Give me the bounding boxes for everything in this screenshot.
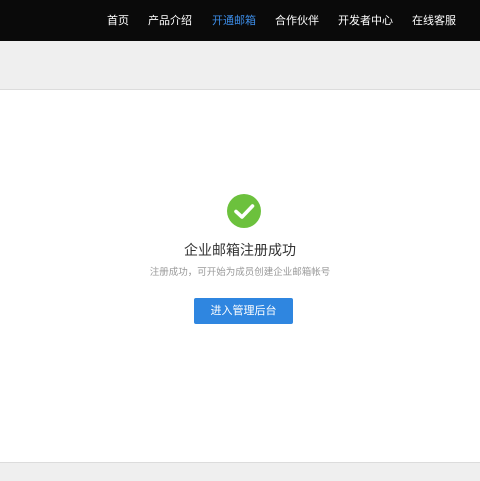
nav-item-partners[interactable]: 合作伙伴 bbox=[275, 0, 319, 41]
top-navigation-bar: 首页 产品介绍 开通邮箱 合作伙伴 开发者中心 在线客服 bbox=[0, 0, 480, 41]
nav-item-developer-center[interactable]: 开发者中心 bbox=[338, 0, 393, 41]
footer-band bbox=[0, 462, 480, 481]
header-band bbox=[0, 41, 480, 90]
nav-item-product-intro[interactable]: 产品介绍 bbox=[148, 0, 192, 41]
enter-admin-console-button[interactable]: 进入管理后台 bbox=[194, 298, 293, 324]
nav-item-open-mailbox[interactable]: 开通邮箱 bbox=[212, 0, 256, 41]
nav-item-home[interactable]: 首页 bbox=[107, 0, 129, 41]
success-subtitle: 注册成功，可开始为成员创建企业邮箱帐号 bbox=[149, 267, 331, 278]
check-circle-icon bbox=[227, 194, 261, 228]
nav-item-online-support[interactable]: 在线客服 bbox=[412, 0, 456, 41]
success-title: 企业邮箱注册成功 bbox=[184, 243, 296, 259]
